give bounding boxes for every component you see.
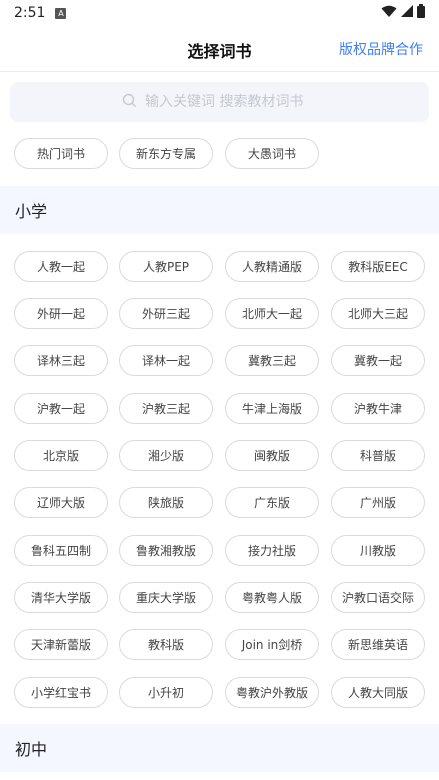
search-icon [122,93,137,112]
book-chip[interactable]: 教科版EEC [331,251,425,282]
book-chip[interactable]: 冀教三起 [225,345,319,376]
clock: 2:51 [14,5,46,21]
book-chip[interactable]: 人教PEP [119,251,213,282]
book-chip[interactable]: 外研三起 [119,298,213,329]
book-chip[interactable]: 小学红宝书 [14,677,108,708]
battery-icon [417,4,425,22]
book-chip[interactable]: 天津新蕾版 [14,629,108,660]
book-chip[interactable]: 译林三起 [14,345,108,376]
book-chip[interactable]: 牛津上海版 [225,393,319,424]
status-bar: 2:51 A [0,0,439,26]
book-chip[interactable]: 译林一起 [119,345,213,376]
book-chip[interactable]: 重庆大学版 [119,582,213,613]
book-chip[interactable]: 冀教一起 [331,345,425,376]
book-chip[interactable]: 北师大一起 [225,298,319,329]
book-chip[interactable]: 新思维英语 [331,629,425,660]
book-chip[interactable]: 人教大同版 [331,677,425,708]
section-header-primary: 小学 [0,186,439,234]
book-chip[interactable]: 清华大学版 [14,582,108,613]
book-chip[interactable]: 人教精通版 [225,251,319,282]
book-chip[interactable]: 外研一起 [14,298,108,329]
app-header: 选择词书 版权品牌合作 [0,26,439,72]
book-chip[interactable]: 闽教版 [225,440,319,471]
search-bar[interactable] [10,82,429,122]
book-chip[interactable]: 广东版 [225,487,319,518]
book-chip[interactable]: 小升初 [119,677,213,708]
book-chip[interactable]: 粤教沪外教版 [225,677,319,708]
book-chip[interactable]: 北京版 [14,440,108,471]
hot-tag-chip[interactable]: 新东方专属 [119,138,213,169]
section-header-junior: 初中 [0,724,439,772]
notification-icon: A [55,7,67,19]
book-chip[interactable]: 粤教粤人版 [225,582,319,613]
book-chip[interactable]: 陕旅版 [119,487,213,518]
book-chip[interactable]: 广州版 [331,487,425,518]
hot-tag-chip[interactable]: 热门词书 [14,138,108,169]
book-chip[interactable]: 川教版 [331,535,425,566]
book-chip[interactable]: 湘少版 [119,440,213,471]
book-chip[interactable]: Join in剑桥 [225,629,319,660]
book-chip[interactable]: 鲁教湘教版 [119,535,213,566]
search-input[interactable] [143,93,317,111]
book-chip[interactable]: 教科版 [119,629,213,660]
book-chip[interactable]: 北师大三起 [331,298,425,329]
book-chip[interactable]: 沪教一起 [14,393,108,424]
book-chip[interactable]: 接力社版 [225,535,319,566]
book-chip[interactable]: 沪教三起 [119,393,213,424]
book-chip[interactable]: 辽师大版 [14,487,108,518]
book-chip[interactable]: 科普版 [331,440,425,471]
book-chip[interactable]: 沪教口语交际 [331,582,425,613]
book-chip[interactable]: 鲁科五四制 [14,535,108,566]
wifi-icon [381,5,397,22]
copyright-cooperation-link[interactable]: 版权品牌合作 [339,39,423,59]
book-chip[interactable]: 人教一起 [14,251,108,282]
signal-icon [401,5,413,21]
hot-tag-chip[interactable]: 大愚词书 [225,138,319,169]
book-chip[interactable]: 沪教牛津 [331,393,425,424]
